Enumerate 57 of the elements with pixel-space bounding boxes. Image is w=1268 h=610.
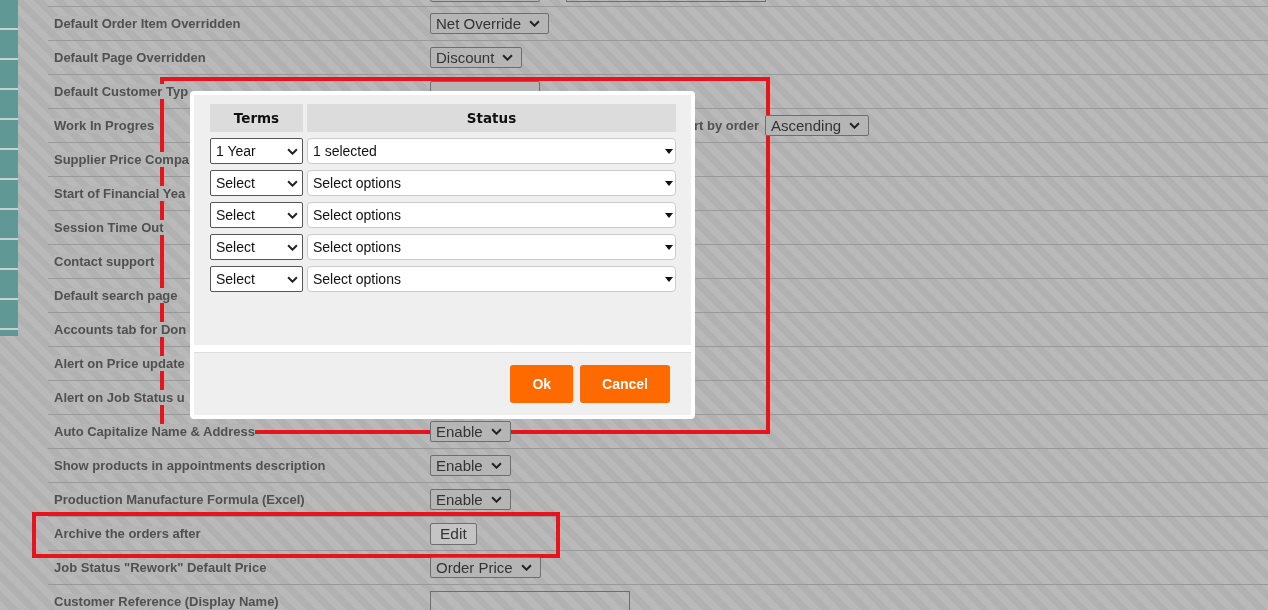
setting-label: Customer Reference (Display Name) (54, 594, 279, 609)
terms-select[interactable]: Select (210, 234, 303, 260)
setting-label: Archive the orders after (54, 526, 201, 541)
dropdown[interactable]: Enable (430, 455, 511, 476)
input-field[interactable] (430, 590, 630, 610)
dropdown-arrow-icon (665, 148, 673, 154)
dropdown[interactable]: Ascending (765, 115, 870, 136)
terms-select[interactable]: Select (210, 170, 303, 196)
column-header: Status (307, 104, 676, 132)
chevron-down-icon (490, 462, 502, 469)
terms-select[interactable]: Select (210, 202, 303, 228)
dropdown[interactable]: Discount (430, 47, 523, 68)
dropdown-arrow-icon (665, 244, 673, 250)
setting-label: Accounts tab for Don (54, 322, 187, 337)
chevron-down-icon (849, 122, 861, 129)
setting-label: Contact support (54, 254, 155, 269)
edit-button[interactable]: Edit (430, 522, 477, 545)
setting-label: Production Manufacture Formula (Excel) (54, 492, 305, 507)
status-select[interactable]: Select options (307, 266, 676, 292)
setting-label: Alert on Price update (54, 356, 185, 371)
chevron-down-icon (287, 243, 298, 251)
setting-label: Show products in appointments description (54, 458, 326, 473)
dropdown[interactable]: Net Override (430, 13, 550, 34)
chevron-down-icon (529, 20, 541, 27)
status-select[interactable]: Select options (307, 234, 676, 260)
setting-label: Start of Financial Yea (54, 186, 186, 201)
chevron-down-icon (287, 147, 298, 155)
chevron-down-icon (490, 496, 502, 503)
terms-select[interactable]: 1 Year (210, 138, 303, 164)
chevron-down-icon (287, 211, 298, 219)
terms-select[interactable]: Select (210, 266, 303, 292)
dropdown-arrow-icon (665, 180, 673, 186)
status-select[interactable]: Select options (307, 170, 676, 196)
dropdown-arrow-icon (665, 212, 673, 218)
setting-label: Alert on Job Status u (54, 390, 185, 405)
chevron-down-icon (287, 275, 298, 283)
chevron-down-icon (520, 564, 532, 571)
setting-label: Auto Capitalize Name & Address (54, 424, 256, 439)
dropdown-arrow-icon (665, 276, 673, 282)
chevron-down-icon (490, 428, 502, 435)
status-select[interactable]: 1 selected (307, 138, 676, 164)
dropdown[interactable]: Order Price (430, 557, 541, 578)
setting-label: Default Customer Typ (54, 84, 189, 99)
setting-label: Default Order Item Overridden (54, 16, 241, 31)
setting-label: Supplier Price Compa (54, 152, 190, 167)
dropdown[interactable]: Enable (430, 489, 511, 510)
setting-label: Default search page (54, 288, 178, 303)
column-header: Terms (210, 104, 303, 132)
dropdown[interactable]: Enable (430, 421, 511, 442)
setting-label: Session Time Out (54, 220, 164, 235)
setting-label: Job Status "Rework" Default Price (54, 560, 267, 575)
setting-label: rt by order (694, 118, 759, 133)
chevron-down-icon (287, 179, 298, 187)
setting-label: Default Page Overridden (54, 50, 206, 65)
chevron-down-icon (502, 54, 514, 61)
status-select[interactable]: Select options (307, 202, 676, 228)
setting-label: Work In Progres (54, 118, 155, 133)
